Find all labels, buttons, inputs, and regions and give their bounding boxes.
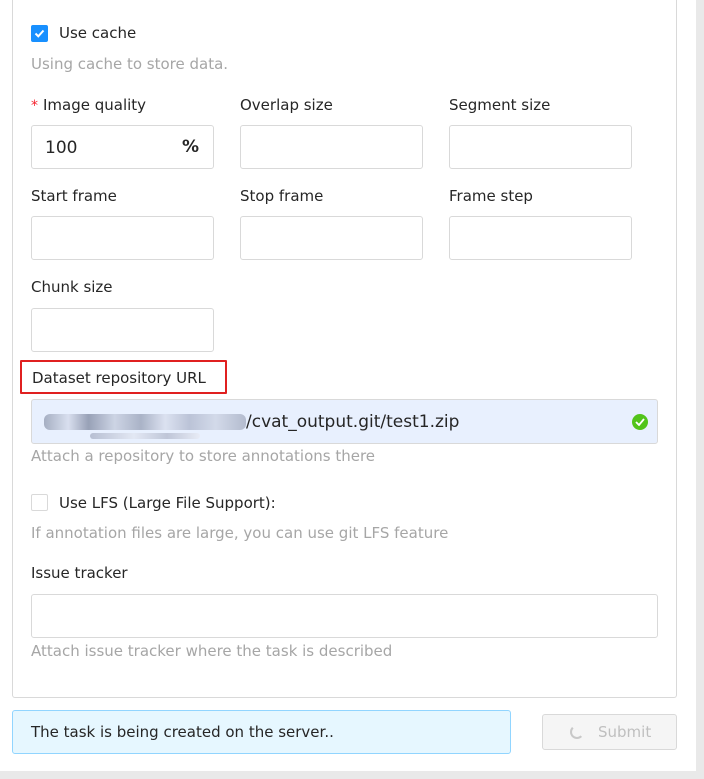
task-status-message: The task is being created on the server.… [31, 723, 334, 741]
window-bottom-edge [0, 771, 704, 779]
chunk-size-label: Chunk size [31, 278, 113, 296]
redacted-url-part [44, 414, 246, 430]
submit-button[interactable]: Submit [542, 714, 677, 750]
image-quality-label-text: Image quality [43, 96, 147, 114]
percent-suffix: % [182, 137, 200, 157]
use-lfs-checkbox[interactable] [31, 494, 48, 511]
overlap-size-input[interactable] [240, 125, 423, 169]
task-status-alert: The task is being created on the server.… [12, 710, 511, 754]
issue-tracker-hint: Attach issue tracker where the task is d… [31, 642, 393, 660]
frame-step-label: Frame step [449, 187, 533, 205]
start-frame-label: Start frame [31, 187, 117, 205]
start-frame-input[interactable] [31, 216, 214, 260]
overlap-size-label: Overlap size [240, 96, 333, 114]
repository-hint: Attach a repository to store annotations… [31, 447, 376, 465]
stop-frame-label: Stop frame [240, 187, 324, 205]
use-cache-hint: Using cache to store data. [31, 55, 229, 73]
repository-url-visible-text: /cvat_output.git/test1.zip [246, 412, 460, 432]
required-mark: * [31, 98, 38, 114]
image-quality-value: 100 [45, 138, 78, 158]
image-quality-input[interactable]: 100 % [31, 125, 214, 169]
repository-url-label: Dataset repository URL [32, 369, 206, 387]
window-right-edge [696, 0, 704, 779]
use-cache-label: Use cache [59, 24, 137, 42]
issue-tracker-label: Issue tracker [31, 564, 128, 582]
chunk-size-input[interactable] [31, 308, 214, 352]
image-quality-label: * Image quality [31, 96, 146, 114]
loading-spinner-icon [570, 725, 584, 739]
checkmark-icon [34, 29, 45, 38]
issue-tracker-input[interactable] [31, 594, 658, 638]
segment-size-label: Segment size [449, 96, 551, 114]
use-lfs-label: Use LFS (Large File Support): [59, 494, 276, 512]
frame-step-input[interactable] [449, 216, 632, 260]
use-lfs-hint: If annotation files are large, you can u… [31, 524, 449, 542]
segment-size-input[interactable] [449, 125, 632, 169]
use-cache-checkbox[interactable] [31, 25, 48, 42]
check-circle-icon [632, 414, 648, 430]
repository-url-input[interactable]: /cvat_output.git/test1.zip [31, 399, 658, 444]
redacted-url-part-lower [90, 433, 200, 439]
submit-label: Submit [598, 723, 652, 741]
stop-frame-input[interactable] [240, 216, 423, 260]
